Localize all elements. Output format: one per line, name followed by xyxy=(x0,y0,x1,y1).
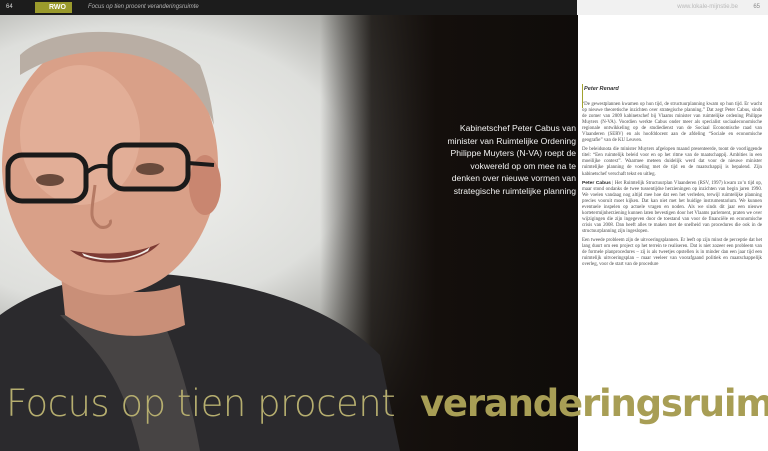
paragraph-3-text: Het Ruimtelijk Structuurplan Vlaanderen … xyxy=(582,180,762,234)
page-number-right: 65 xyxy=(753,4,760,10)
running-head: Focus op tien procent veranderingsruimte xyxy=(88,4,199,10)
author-accent-rule xyxy=(582,84,583,108)
paragraph-lead-label: Peter Cabus xyxy=(582,180,611,186)
paragraph-3: Peter Cabus | Het Ruimtelijk Structuurpl… xyxy=(582,180,762,234)
paragraph-2: De beleidsnota die minister Muyters afge… xyxy=(582,147,762,177)
author-byline: Peter Renard xyxy=(584,86,619,92)
header-right-strip xyxy=(577,0,768,15)
page-number-left: 64 xyxy=(6,4,13,10)
pull-quote: Kabinetschef Peter Cabus van minister va… xyxy=(447,123,576,196)
article-column: Peter Renard “De gewestplannen kwamen op… xyxy=(582,84,762,271)
header-bar: 64 RWO Focus op tien procent verandering… xyxy=(0,0,768,15)
section-tag: RWO xyxy=(35,2,72,13)
paragraph-4: Een tweede probleem zijn de uitvoeringsp… xyxy=(582,237,762,268)
headline-part-2: veranderingsruimte xyxy=(420,382,768,425)
paragraph-1: “De gewestplannen kwamen op hun tijd, de… xyxy=(582,102,762,144)
magazine-spread: 64 RWO Focus op tien procent verandering… xyxy=(0,0,768,451)
website-url: www.lokale-mijnstie.be xyxy=(677,4,738,10)
headline-part-1: Focus op tien procent xyxy=(6,382,396,425)
